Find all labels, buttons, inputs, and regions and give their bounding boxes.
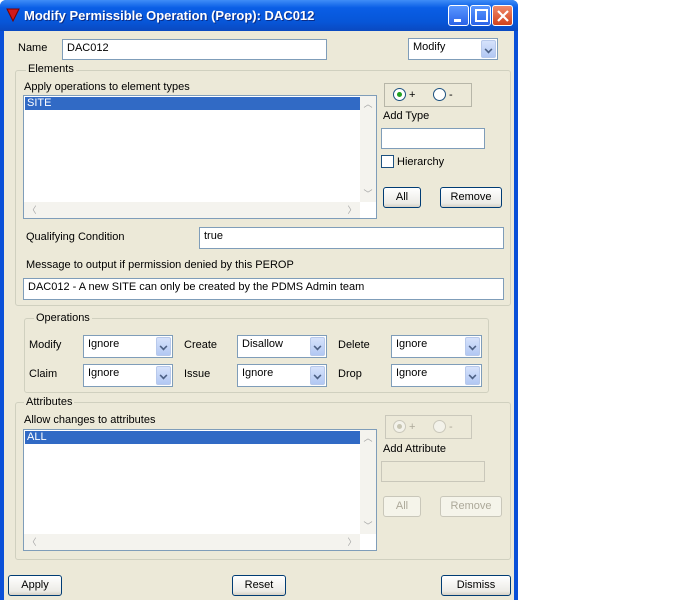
element-minus-label: - [449,89,453,101]
modify-select[interactable]: Ignore [83,335,173,358]
chevron-down-icon[interactable] [481,40,496,58]
maximize-icon [475,9,488,22]
element-minus-radio[interactable] [433,88,446,101]
delete-select-value: Ignore [396,338,428,350]
scroll-up-icon[interactable]: ︿ [360,430,376,446]
chevron-down-icon[interactable] [156,366,171,385]
close-button[interactable] [492,5,513,26]
element-plus-label: + [409,89,416,101]
name-field[interactable]: DAC012 [62,39,327,60]
elements-all-button[interactable]: All [383,187,421,208]
delete-label: Delete [338,339,370,351]
modify-label: Modify [29,339,62,351]
reset-button[interactable]: Reset [232,575,286,596]
attributes-list[interactable]: ALL ︿ ﹀ 〈 〉 [23,429,377,551]
mode-select-value: Modify [413,41,446,53]
qualifying-condition-label: Qualifying Condition [26,231,125,243]
attributes-group-label: Attributes [24,396,75,408]
claim-select[interactable]: Ignore [83,364,173,387]
attribute-plus-radio[interactable] [393,420,406,433]
message-field[interactable]: DAC012 - A new SITE can only be created … [23,278,504,300]
dismiss-button[interactable]: Dismiss [441,575,511,596]
vertical-scrollbar[interactable]: ︿ ﹀ [360,96,376,202]
chevron-down-icon[interactable] [310,366,325,385]
drop-select[interactable]: Ignore [391,364,482,387]
elements-remove-button[interactable]: Remove [440,187,502,208]
claim-label: Claim [29,368,58,380]
issue-select-value: Ignore [242,367,274,379]
hierarchy-checkbox[interactable] [381,155,394,168]
window-title: Modify Permissible Operation (Perop): DA… [24,8,315,23]
claim-select-value: Ignore [88,367,120,379]
attribute-plus-label: + [409,421,416,433]
add-attribute-field[interactable] [381,461,485,482]
chevron-down-icon[interactable] [156,337,171,356]
scroll-right-icon[interactable]: 〉 [344,202,360,218]
hierarchy-label: Hierarchy [397,156,445,168]
add-attribute-label: Add Attribute [383,443,446,455]
list-item[interactable]: ALL [25,431,361,444]
scroll-up-icon[interactable]: ︿ [360,96,376,112]
attribute-minus-radio[interactable] [433,420,446,433]
add-type-field[interactable] [381,128,485,149]
minimize-button[interactable] [448,5,469,26]
attributes-all-button[interactable]: All [383,496,421,517]
attributes-list-caption: Allow changes to attributes [24,414,156,426]
name-label: Name [18,42,48,54]
app-logo-icon [6,8,20,22]
scroll-left-icon[interactable]: 〈 [24,202,40,218]
vertical-scrollbar[interactable]: ︿ ﹀ [360,430,376,534]
modify-select-value: Ignore [88,338,120,350]
create-label: Create [184,339,218,351]
scroll-left-icon[interactable]: 〈 [24,534,40,550]
mode-select[interactable]: Modify [408,38,498,60]
create-select[interactable]: Disallow [237,335,327,358]
create-select-value: Disallow [242,338,283,350]
chevron-down-icon[interactable] [465,366,480,385]
title-bar[interactable]: Modify Permissible Operation (Perop): DA… [0,0,518,31]
list-item[interactable]: SITE [25,97,361,110]
scroll-down-icon[interactable]: ﹀ [360,186,376,202]
scroll-down-icon[interactable]: ﹀ [360,518,376,534]
elements-list-caption: Apply operations to element types [24,81,190,93]
attribute-minus-label: - [449,421,453,433]
horizontal-scrollbar[interactable]: 〈 〉 [24,534,360,550]
issue-select[interactable]: Ignore [237,364,327,387]
close-icon [497,10,509,22]
element-types-list[interactable]: SITE ︿ ﹀ 〈 〉 [23,95,377,219]
elements-group-label: Elements [26,63,76,75]
maximize-button[interactable] [470,5,491,26]
add-type-label: Add Type [383,110,430,122]
operations-group-label: Operations [34,312,92,324]
chevron-down-icon[interactable] [465,337,480,356]
drop-label: Drop [338,368,362,380]
apply-button[interactable]: Apply [8,575,62,596]
attributes-remove-button[interactable]: Remove [440,496,502,517]
scroll-right-icon[interactable]: 〉 [344,534,360,550]
minimize-icon [454,19,461,22]
element-plus-radio[interactable] [393,88,406,101]
delete-select[interactable]: Ignore [391,335,482,358]
qualifying-condition-field[interactable]: true [199,227,504,249]
chevron-down-icon[interactable] [310,337,325,356]
horizontal-scrollbar[interactable]: 〈 〉 [24,202,360,218]
issue-label: Issue [184,368,211,380]
drop-select-value: Ignore [396,367,428,379]
message-label: Message to output if permission denied b… [26,259,294,271]
